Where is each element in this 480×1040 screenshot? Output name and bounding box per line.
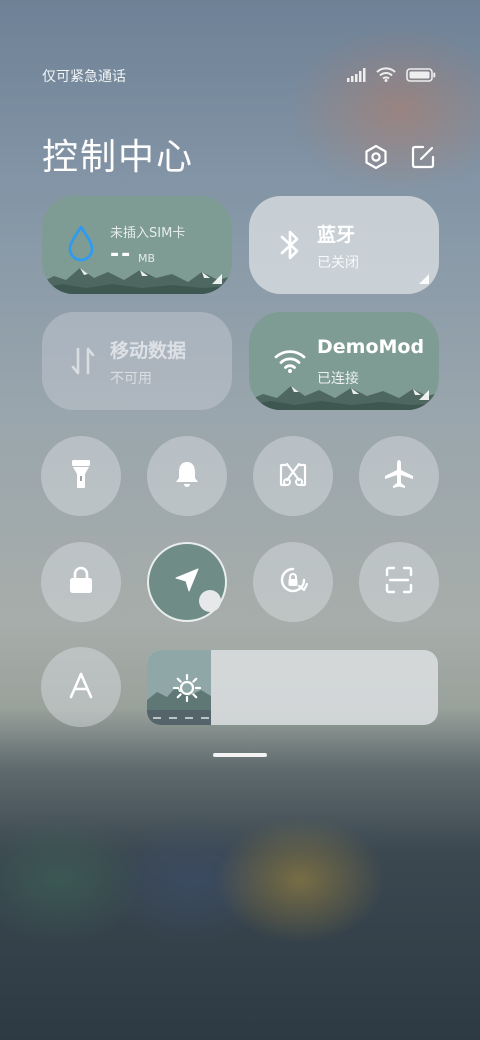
mountain-decoration bbox=[249, 386, 439, 410]
tile-expand-corner bbox=[419, 390, 429, 400]
wifi-network-name: DemoMod bbox=[317, 336, 423, 358]
lock-icon bbox=[68, 565, 94, 599]
signal-icon bbox=[346, 67, 366, 86]
status-icons bbox=[346, 66, 436, 86]
home-indicator[interactable] bbox=[213, 753, 267, 757]
sim-status-label: 未插入SIM卡 bbox=[110, 226, 186, 241]
sun-icon bbox=[172, 673, 202, 706]
screen-lock-toggle[interactable] bbox=[41, 542, 121, 622]
edit-button[interactable] bbox=[410, 144, 436, 174]
water-drop-icon bbox=[64, 224, 98, 262]
mute-toggle[interactable] bbox=[147, 436, 227, 516]
tile-expand-corner bbox=[212, 274, 222, 284]
status-bar: 仅可紧急通话 bbox=[42, 66, 436, 86]
location-arrow-icon bbox=[173, 566, 201, 598]
scan-icon bbox=[384, 565, 414, 599]
carrier-status-text: 仅可紧急通话 bbox=[42, 69, 126, 85]
flashlight-toggle[interactable] bbox=[41, 436, 121, 516]
mountain-decoration bbox=[42, 268, 232, 294]
data-usage-tile[interactable]: 未插入SIM卡 -- MB bbox=[42, 196, 232, 294]
bluetooth-status: 已关闭 bbox=[317, 255, 359, 271]
settings-icon bbox=[363, 144, 389, 174]
mobile-data-status: 不可用 bbox=[110, 371, 152, 387]
scanner-toggle[interactable] bbox=[359, 542, 439, 622]
mobile-data-icon bbox=[66, 342, 100, 380]
mobile-data-title: 移动数据 bbox=[110, 340, 187, 362]
font-a-icon bbox=[67, 671, 95, 703]
settings-button[interactable] bbox=[363, 144, 389, 174]
brightness-level-fill bbox=[147, 650, 211, 725]
page-title: 控制中心 bbox=[42, 137, 195, 178]
location-toggle[interactable] bbox=[147, 542, 227, 622]
mobile-data-tile[interactable]: 移动数据 不可用 bbox=[42, 312, 232, 410]
edit-icon bbox=[410, 144, 436, 174]
bluetooth-tile[interactable]: 蓝牙 已关闭 bbox=[249, 196, 439, 294]
font-size-toggle[interactable] bbox=[41, 647, 121, 727]
airplane-icon bbox=[383, 458, 415, 494]
scissors-icon bbox=[278, 459, 308, 493]
bluetooth-title: 蓝牙 bbox=[317, 224, 356, 246]
brightness-slider[interactable] bbox=[147, 650, 438, 725]
bluetooth-icon bbox=[273, 226, 307, 264]
battery-icon bbox=[406, 67, 436, 86]
tile-expand-corner bbox=[419, 274, 429, 284]
bell-icon bbox=[173, 459, 201, 493]
wifi-tile[interactable]: DemoMod 已连接 bbox=[249, 312, 439, 410]
screenshot-toggle[interactable] bbox=[253, 436, 333, 516]
toggle-knob bbox=[199, 590, 221, 612]
rotation-lock-icon bbox=[277, 564, 309, 600]
flashlight-icon bbox=[70, 458, 92, 494]
auto-rotate-toggle[interactable] bbox=[253, 542, 333, 622]
airplane-mode-toggle[interactable] bbox=[359, 436, 439, 516]
wifi-icon bbox=[376, 66, 396, 86]
